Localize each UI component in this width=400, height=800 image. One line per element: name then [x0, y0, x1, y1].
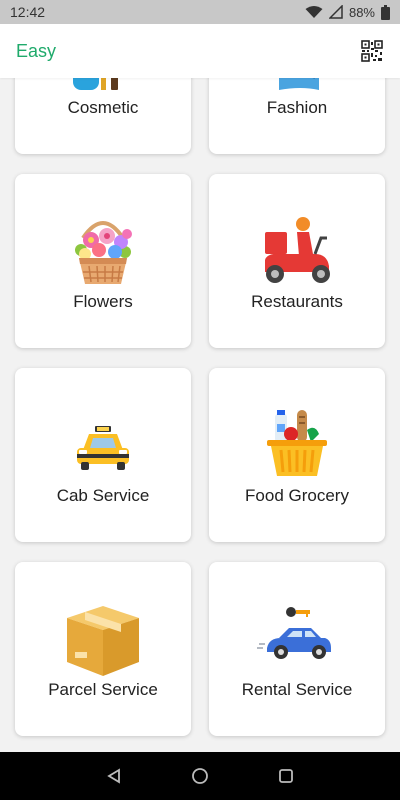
app-title: Easy	[16, 40, 57, 61]
category-label: Cosmetic	[67, 98, 139, 117]
home-button[interactable]	[188, 764, 212, 788]
category-card-fashion[interactable]: Fashion	[209, 78, 385, 154]
app-bar: Easy	[0, 24, 400, 78]
battery-percent: 88%	[348, 4, 375, 20]
category-label: Fashion	[266, 98, 328, 117]
category-list[interactable]: Cosmetic Fashion Flowers Restaurants Cab…	[0, 78, 400, 752]
rental-car-icon	[257, 598, 337, 678]
cosmetic-icon	[63, 78, 143, 96]
category-card-food-grocery[interactable]: Food Grocery	[209, 368, 385, 542]
category-card-parcel-service[interactable]: Parcel Service	[15, 562, 191, 736]
category-grid: Cosmetic Fashion Flowers Restaurants Cab…	[15, 78, 387, 736]
back-triangle-icon	[107, 768, 120, 784]
recents-square-icon	[279, 769, 293, 783]
category-card-rental-service[interactable]: Rental Service	[209, 562, 385, 736]
fashion-icon	[257, 78, 337, 96]
system-navigation-bar	[0, 752, 400, 800]
back-button[interactable]	[102, 764, 126, 788]
category-card-flowers[interactable]: Flowers	[15, 174, 191, 348]
category-label: Food Grocery	[245, 486, 349, 505]
status-bar: 12:42 88%	[0, 0, 400, 24]
status-time: 12:42	[10, 4, 46, 20]
status-icons: 88%	[305, 4, 390, 20]
qr-scan-button[interactable]	[360, 39, 384, 63]
category-card-cab-service[interactable]: Cab Service	[15, 368, 191, 542]
flower-basket-icon	[63, 210, 143, 290]
taxi-icon	[63, 404, 143, 484]
grocery-basket-icon	[257, 404, 337, 484]
category-label: Cab Service	[56, 486, 150, 505]
category-label: Flowers	[73, 292, 133, 311]
battery-icon	[381, 4, 390, 20]
parcel-box-icon	[63, 598, 143, 678]
home-circle-icon	[192, 768, 208, 784]
category-label: Parcel Service	[48, 680, 158, 699]
wifi-icon	[305, 6, 323, 18]
cell-signal-icon	[328, 5, 343, 19]
category-card-restaurants[interactable]: Restaurants	[209, 174, 385, 348]
category-card-cosmetic[interactable]: Cosmetic	[15, 78, 191, 154]
category-label: Rental Service	[241, 680, 353, 699]
category-label: Restaurants	[251, 292, 343, 311]
recents-button[interactable]	[274, 764, 298, 788]
delivery-scooter-icon	[257, 210, 337, 290]
qr-code-icon	[361, 40, 383, 62]
